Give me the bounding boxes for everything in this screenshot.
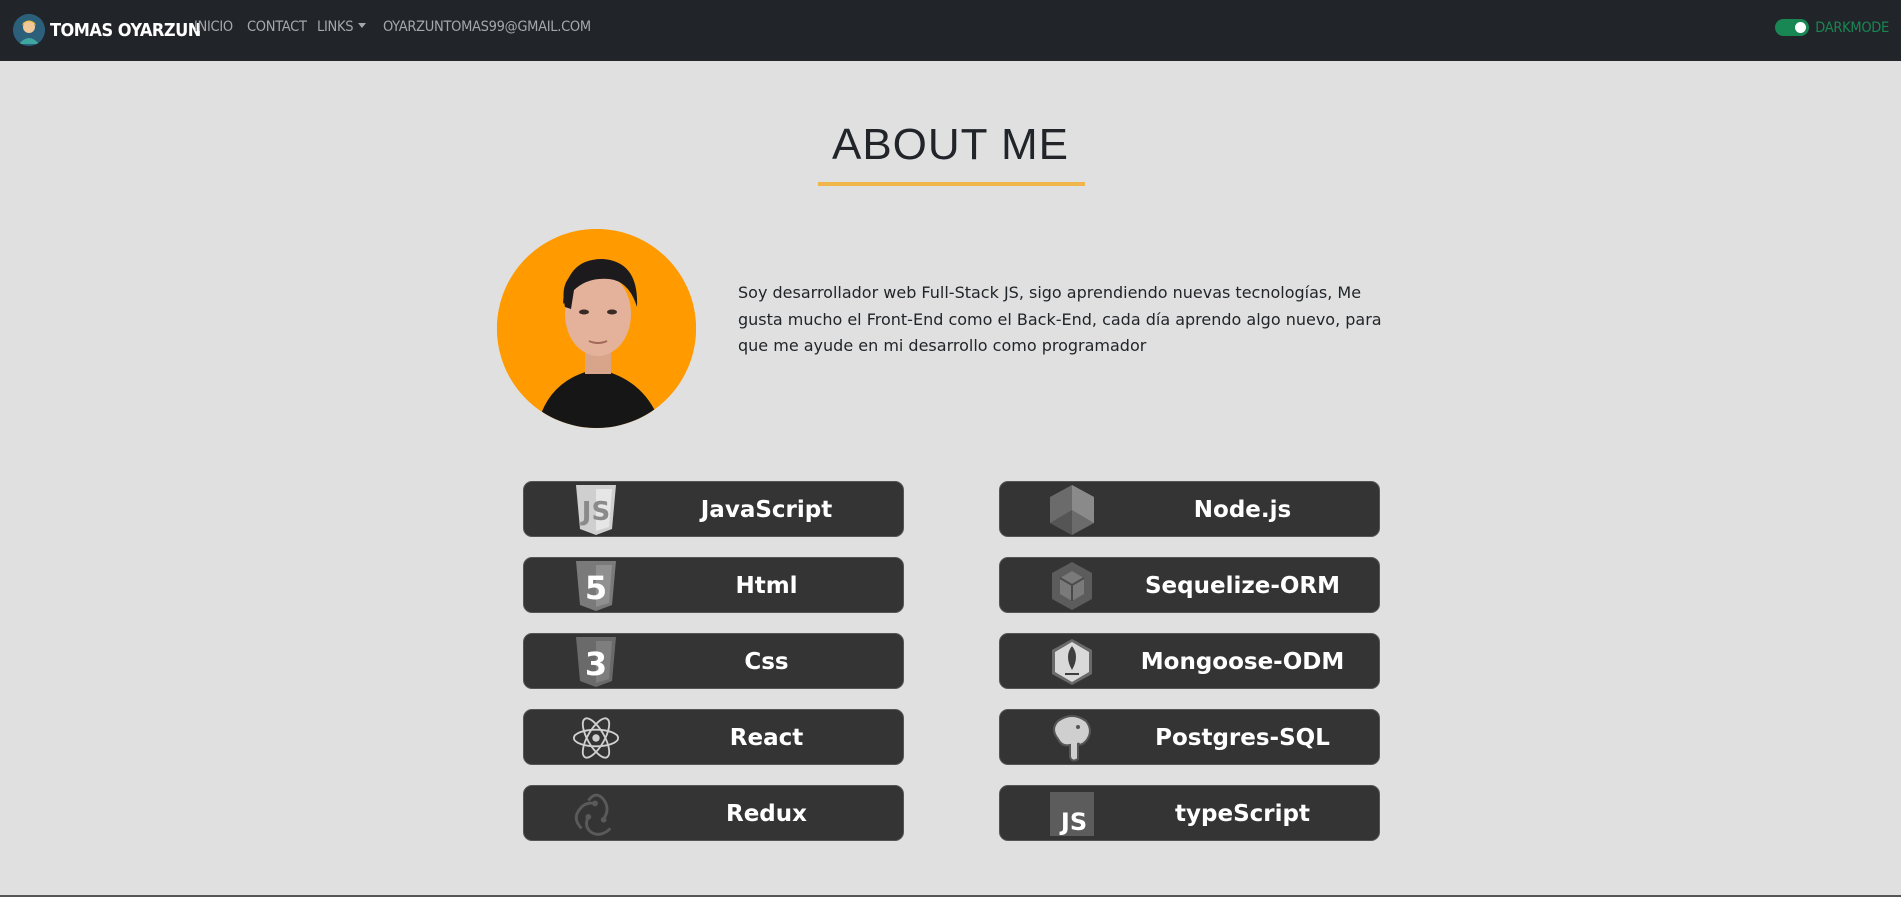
- brand-avatar-icon: [13, 14, 45, 46]
- sequelize-icon: [1048, 562, 1096, 610]
- about-description: Soy desarrollador web Full-Stack JS, sig…: [738, 283, 1382, 355]
- skill-card-nodejs[interactable]: Node.js: [999, 481, 1380, 537]
- nav-links-dropdown[interactable]: LINKS: [317, 19, 367, 35]
- skill-label: JavaScript: [700, 497, 833, 523]
- skill-label: Html: [735, 573, 798, 599]
- title-underline: [818, 182, 1085, 186]
- skill-label: Mongoose-ODM: [1140, 649, 1345, 675]
- skill-card-redux[interactable]: Redux: [523, 785, 904, 841]
- javascript-icon: JS: [572, 485, 620, 535]
- darkmode-switch[interactable]: [1775, 19, 1810, 36]
- nav-link-contact[interactable]: CONTACT: [247, 19, 307, 35]
- page-title: ABOUT ME: [831, 120, 1069, 169]
- svg-text:5: 5: [585, 569, 607, 607]
- skill-card-html[interactable]: 5 Html: [523, 557, 904, 613]
- redux-icon: [572, 790, 620, 838]
- chevron-down-icon: [358, 23, 367, 28]
- skill-card-css[interactable]: 3 Css: [523, 633, 904, 689]
- typescript-icon-text: JS: [1059, 808, 1087, 836]
- switch-knob: [1795, 22, 1807, 33]
- avatar: [497, 229, 696, 428]
- skill-label: Postgres-SQL: [1155, 725, 1330, 751]
- skill-label: typeScript: [1175, 801, 1310, 827]
- navbar: TOMAS OYARZUN INICIO CONTACT LINKS OYARZ…: [0, 0, 1901, 61]
- skill-card-mongoose[interactable]: Mongoose-ODM: [999, 633, 1380, 689]
- skill-label: React: [729, 725, 804, 751]
- typescript-icon: JS: [1048, 790, 1096, 838]
- nav-link-inicio[interactable]: INICIO: [194, 19, 233, 35]
- skill-card-postgres[interactable]: Postgres-SQL: [999, 709, 1380, 765]
- css3-icon: 3: [572, 637, 620, 687]
- skill-label: Css: [744, 649, 789, 675]
- postgresql-icon: [1048, 714, 1096, 762]
- html5-icon: 5: [572, 561, 620, 611]
- svg-text:JS: JS: [580, 497, 610, 527]
- svg-text:3: 3: [585, 645, 607, 683]
- skill-card-javascript[interactable]: JS JavaScript: [523, 481, 904, 537]
- nodejs-icon: [1048, 485, 1096, 535]
- skill-label: Node.js: [1193, 497, 1292, 523]
- nav-link-email[interactable]: OYARZUNTOMAS99@GMAIL.COM: [383, 19, 591, 35]
- avatar-portrait: [497, 229, 696, 428]
- skill-label: Sequelize-ORM: [1144, 573, 1341, 599]
- react-icon: [572, 714, 620, 762]
- darkmode-toggle-group: DARKMODE: [1775, 19, 1889, 36]
- nav-links-label: LINKS: [317, 19, 354, 35]
- brand-name: TOMAS OYARZUN: [50, 19, 201, 41]
- skill-label: Redux: [726, 801, 807, 827]
- mongoose-icon: [1048, 638, 1096, 686]
- skill-card-react[interactable]: React: [523, 709, 904, 765]
- brand-link[interactable]: TOMAS OYARZUN: [13, 12, 201, 48]
- darkmode-label: DARKMODE: [1815, 19, 1889, 36]
- skill-card-sequelize[interactable]: Sequelize-ORM: [999, 557, 1380, 613]
- skill-card-typescript[interactable]: JS typeScript: [999, 785, 1380, 841]
